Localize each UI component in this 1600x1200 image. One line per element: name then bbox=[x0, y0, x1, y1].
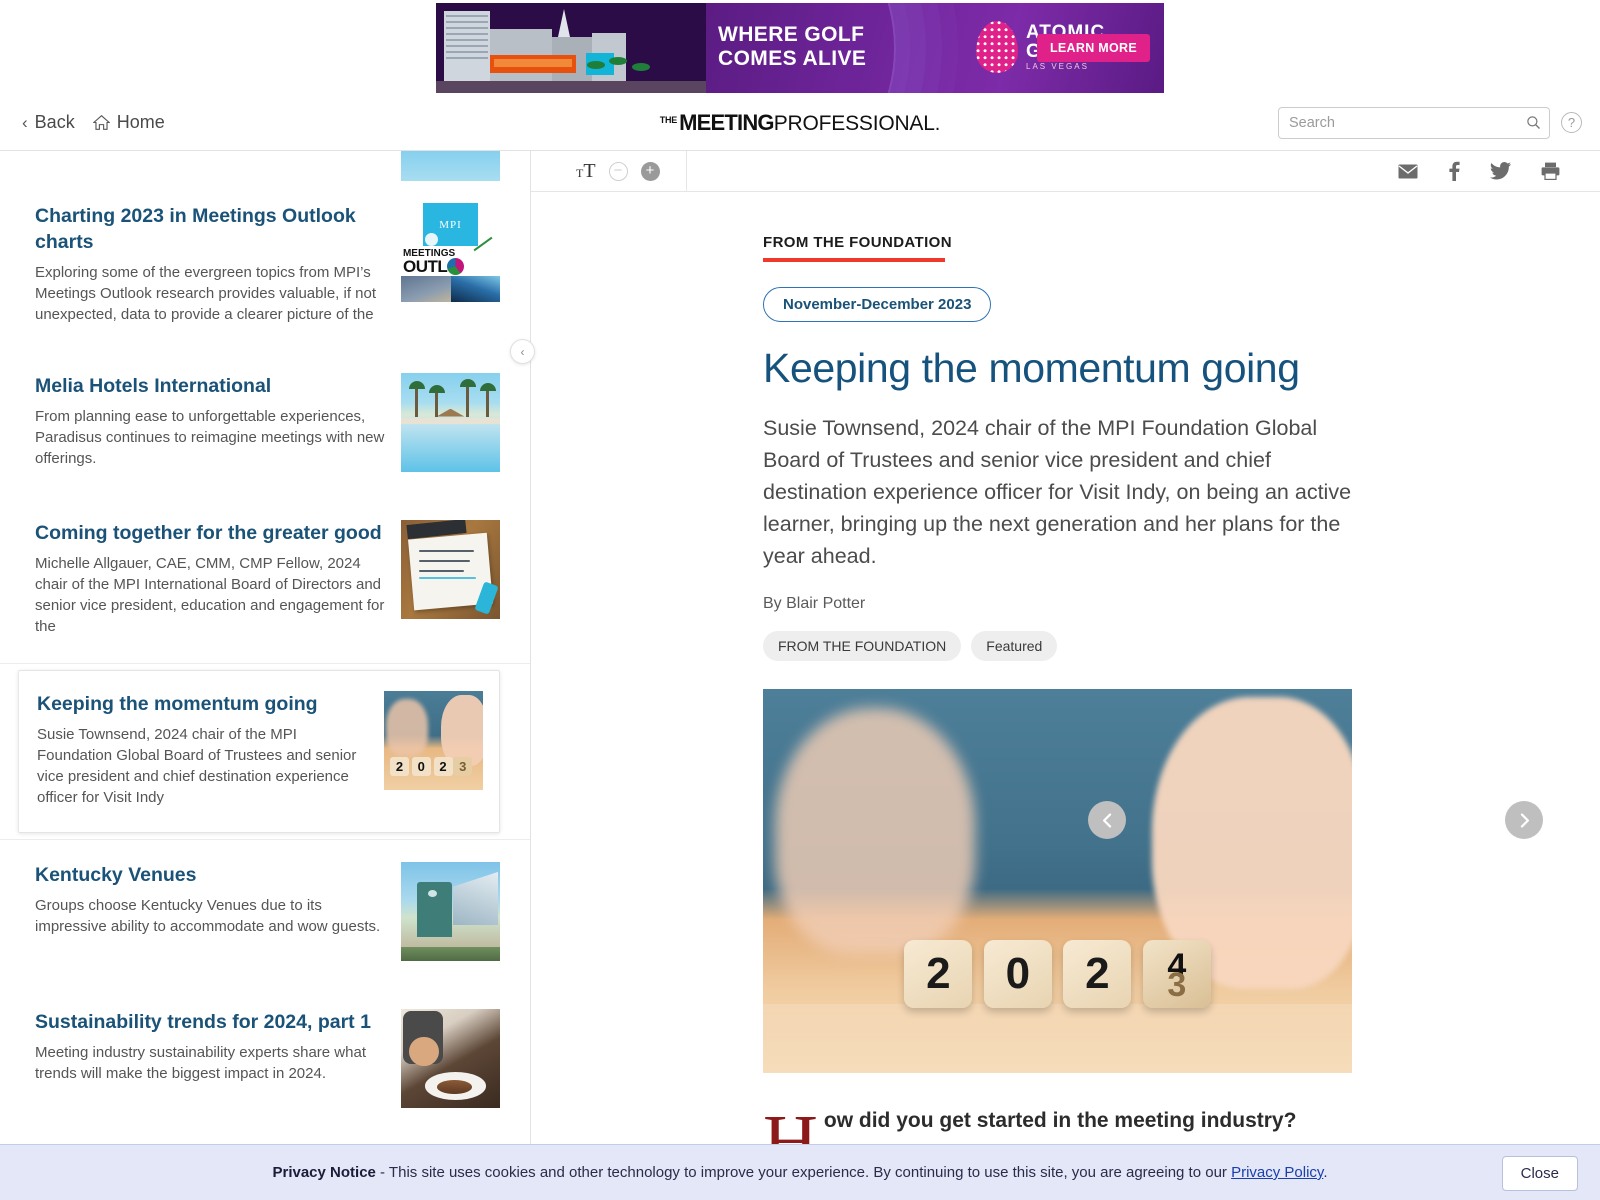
email-icon[interactable] bbox=[1398, 164, 1418, 179]
list-item[interactable]: Melia Hotels International From planning… bbox=[0, 351, 530, 498]
privacy-body: - This site uses cookies and other techn… bbox=[375, 1164, 1232, 1181]
article-hero-image: 2 0 2 4 3 bbox=[763, 689, 1352, 1073]
search-icon[interactable] bbox=[1526, 115, 1541, 130]
text-size-large-label: T bbox=[583, 159, 596, 182]
list-item[interactable]: Sustainability trends for 2024, part 1 M… bbox=[0, 987, 530, 1134]
back-label: Back bbox=[34, 112, 75, 132]
font-size-controls: T T − + bbox=[531, 151, 687, 191]
meetings-outlook-thumbnail: MEETINGSOUTL bbox=[401, 203, 500, 302]
logo-the: THE bbox=[659, 114, 678, 125]
professional-development-goals-thumbnail bbox=[401, 520, 500, 619]
list-item-title: Charting 2023 in Meetings Outlook charts bbox=[35, 205, 356, 253]
list-item-description: Exploring some of the evergreen topics f… bbox=[35, 264, 377, 323]
list-item[interactable]: Charting 2023 in Meetings Outlook charts… bbox=[0, 181, 530, 351]
kicker-underline bbox=[763, 258, 945, 262]
tag-from-the-foundation[interactable]: FROM THE FOUNDATION bbox=[763, 631, 962, 661]
list-item-title: Sustainability trends for 2024, part 1 bbox=[35, 1011, 371, 1033]
close-privacy-button[interactable]: Close bbox=[1501, 1156, 1578, 1191]
article-reader-pane: T T − + FROM THE FOUNDATION November-Dec… bbox=[531, 151, 1600, 1200]
sidebar-collapse-button[interactable]: ‹ bbox=[510, 339, 535, 364]
list-item-active[interactable]: Keeping the momentum going Susie Townsen… bbox=[18, 670, 500, 833]
nav-right-group: ? bbox=[1278, 106, 1600, 139]
atomic-golf-egg-icon bbox=[976, 20, 1018, 73]
print-icon[interactable] bbox=[1541, 162, 1560, 180]
kentucky-venues-thumbnail bbox=[401, 862, 500, 961]
ad-strip: WHERE GOLF COMES ALIVE ATOMIC GOLF LAS V… bbox=[0, 0, 1600, 95]
home-label: Home bbox=[116, 112, 165, 132]
privacy-policy-link[interactable]: Privacy Policy bbox=[1231, 1164, 1323, 1181]
article-deck: Susie Townsend, 2024 chair of the MPI Fo… bbox=[763, 416, 1352, 568]
article-tags: FROM THE FOUNDATION Featured bbox=[763, 631, 1353, 661]
list-item-description: From planning ease to unforgettable expe… bbox=[35, 408, 385, 467]
list-item-title: Kentucky Venues bbox=[35, 864, 197, 886]
search-input[interactable] bbox=[1289, 114, 1526, 131]
list-item[interactable]: Coming together for the greater good Mic… bbox=[0, 498, 530, 663]
article-list-sidebar[interactable]: Charting 2023 in Meetings Outlook charts… bbox=[0, 151, 531, 1200]
issue-badge[interactable]: November-December 2023 bbox=[763, 287, 992, 322]
main-content-area: Charting 2023 in Meetings Outlook charts… bbox=[0, 151, 1600, 1200]
reader-toolbar: T T − + bbox=[531, 151, 1600, 192]
logo-professional: PROFESSIONAL bbox=[773, 111, 935, 135]
share-controls bbox=[1398, 161, 1600, 181]
article-kicker: FROM THE FOUNDATION bbox=[763, 234, 952, 251]
ad-banner[interactable]: WHERE GOLF COMES ALIVE ATOMIC GOLF LAS V… bbox=[436, 2, 1164, 93]
privacy-period: . bbox=[1323, 1164, 1328, 1181]
list-item-title: Melia Hotels International bbox=[35, 375, 272, 397]
ad-learn-more-button[interactable]: LEARN MORE bbox=[1036, 33, 1150, 62]
home-icon bbox=[92, 114, 110, 130]
privacy-notice-bar: Privacy Notice - This site uses cookies … bbox=[0, 1144, 1600, 1200]
list-item-partial[interactable] bbox=[0, 151, 530, 181]
logo-period: . bbox=[934, 112, 941, 135]
text-size-small-label: T bbox=[576, 165, 584, 180]
increase-font-button[interactable]: + bbox=[640, 161, 660, 181]
article-title: Keeping the momentum going bbox=[763, 345, 1300, 391]
chevron-right-icon bbox=[1520, 812, 1529, 828]
twitter-icon[interactable] bbox=[1490, 162, 1511, 180]
dining-plate-thumbnail bbox=[401, 1009, 500, 1108]
list-item-description: Meeting industry sustainability experts … bbox=[35, 1044, 366, 1082]
list-item[interactable]: Kentucky Venues Groups choose Kentucky V… bbox=[0, 840, 530, 987]
sidebar-scroll-region: Charting 2023 in Meetings Outlook charts… bbox=[0, 151, 530, 1200]
ad-cityscape-image bbox=[436, 2, 706, 93]
article-body: FROM THE FOUNDATION November-December 20… bbox=[531, 192, 1600, 1200]
list-item-title: Coming together for the greater good bbox=[35, 522, 382, 544]
tag-featured[interactable]: Featured bbox=[971, 631, 1058, 661]
text-size-icon[interactable]: T T bbox=[576, 160, 596, 183]
ad-headline: WHERE GOLF COMES ALIVE bbox=[718, 22, 867, 70]
top-navigation-bar: ‹ Back Home THE MEETING PROFESSIONAL . ? bbox=[0, 95, 1600, 151]
ad-brand-line3: LAS VEGAS bbox=[1026, 61, 1089, 71]
hero-block-1: 2 bbox=[904, 939, 973, 1008]
list-item-description: Groups choose Kentucky Venues due to its… bbox=[35, 897, 381, 935]
list-item-title: Keeping the momentum going bbox=[37, 693, 318, 715]
next-article-button[interactable] bbox=[1505, 801, 1543, 839]
facebook-icon[interactable] bbox=[1448, 161, 1460, 181]
decrease-font-button[interactable]: − bbox=[608, 161, 628, 181]
search-box[interactable] bbox=[1278, 106, 1550, 139]
list-item-thumbnail bbox=[401, 151, 500, 181]
nav-left-group: ‹ Back Home bbox=[0, 112, 165, 133]
list-item-description: Susie Townsend, 2024 chair of the MPI Fo… bbox=[37, 726, 357, 806]
chevron-left-icon bbox=[1102, 812, 1111, 828]
interview-question: ow did you get started in the meeting in… bbox=[823, 1109, 1297, 1132]
site-logo[interactable]: THE MEETING PROFESSIONAL . bbox=[660, 110, 941, 136]
home-button[interactable]: Home bbox=[92, 112, 165, 133]
article-byline: By Blair Potter bbox=[763, 595, 866, 612]
hero-block-4-flipping: 4 3 bbox=[1142, 939, 1211, 1008]
previous-article-button[interactable] bbox=[1088, 801, 1126, 839]
hero-block-bottom: 3 bbox=[1167, 966, 1187, 1005]
hero-block-2: 0 bbox=[983, 939, 1052, 1008]
privacy-text: Privacy Notice - This site uses cookies … bbox=[272, 1164, 1327, 1181]
list-item-description: Michelle Allgauer, CAE, CMM, CMP Fellow,… bbox=[35, 555, 385, 635]
list-divider bbox=[0, 663, 530, 664]
hero-block-3: 2 bbox=[1063, 939, 1132, 1008]
privacy-label: Privacy Notice bbox=[272, 1164, 376, 1181]
back-button[interactable]: ‹ Back bbox=[22, 112, 75, 133]
logo-meeting: MEETING bbox=[679, 109, 774, 135]
resort-pool-thumbnail bbox=[401, 373, 500, 472]
help-icon[interactable]: ? bbox=[1561, 112, 1582, 133]
chevron-left-icon: ‹ bbox=[22, 112, 28, 132]
2024-blocks-thumbnail: 2 0 2 3 bbox=[384, 691, 483, 790]
